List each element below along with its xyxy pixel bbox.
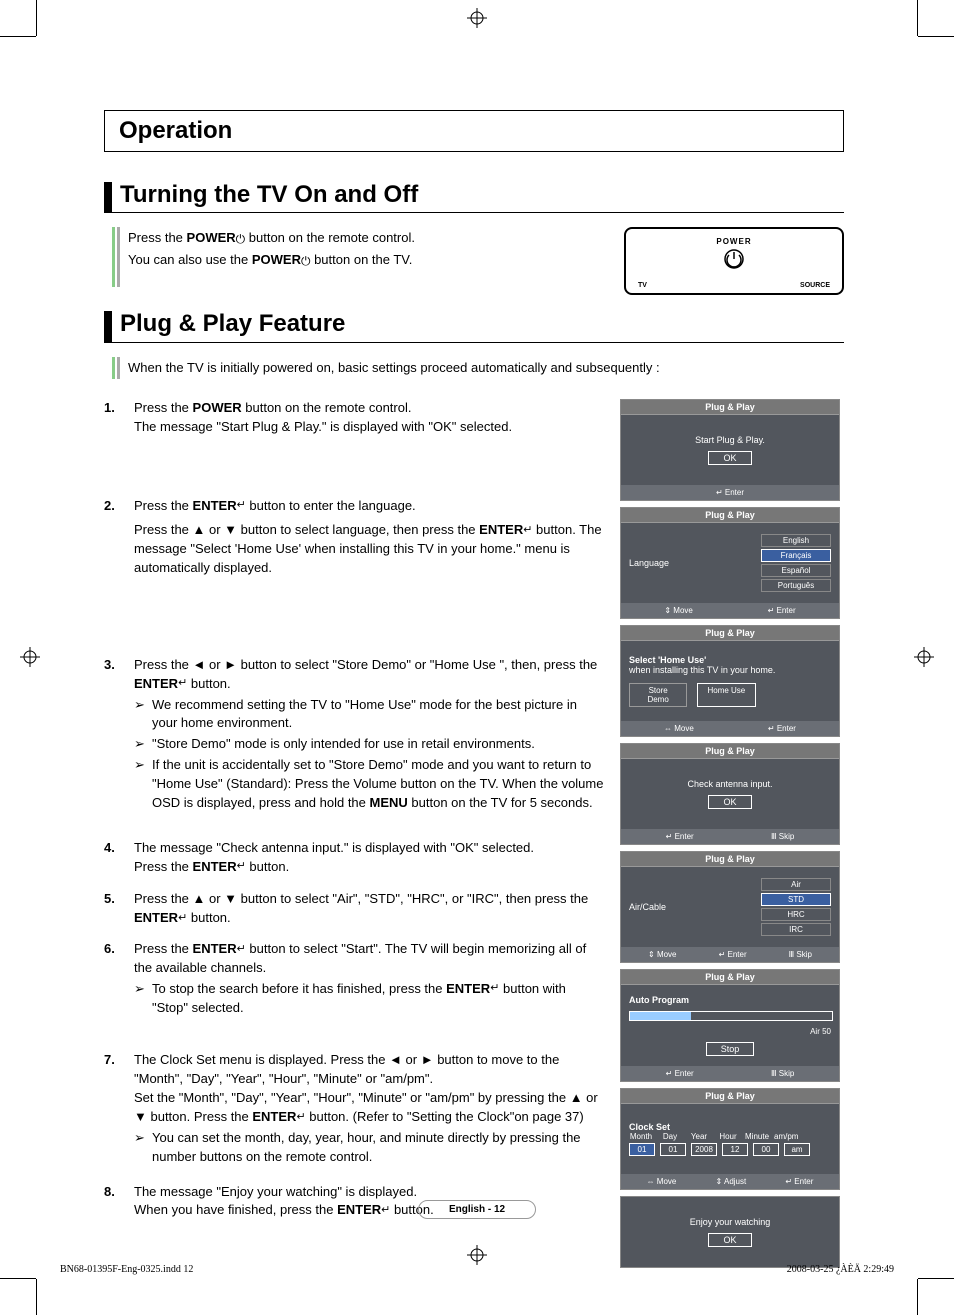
osd-screen: Plug & PlayAuto ProgramAir 50Stop↵ Enter…: [620, 969, 840, 1082]
intro-line: You can also use the POWER button on the…: [128, 249, 624, 271]
bullet-arrow-icon: ➢: [134, 735, 152, 754]
step-item: 4.The message "Check antenna input." is …: [104, 839, 604, 877]
power-icon: [236, 230, 246, 245]
bullet-arrow-icon: ➢: [134, 756, 152, 813]
osd-screen: Plug & PlayAir/CableAirSTDHRCIRC⇕ Move↵ …: [620, 851, 840, 963]
power-button-icon: [723, 248, 745, 270]
enter-icon: [178, 910, 187, 925]
enter-icon: [237, 859, 246, 874]
enter-icon: [237, 941, 246, 956]
osd-screen: Plug & PlaySelect 'Home Use'when install…: [620, 625, 840, 737]
osd-screen: Plug & PlayLanguageEnglishFrançaisEspaño…: [620, 507, 840, 619]
enter-icon: [237, 498, 246, 513]
step-item: 5.Press the ▲ or ▼ button to select "Air…: [104, 890, 604, 928]
enter-icon: [178, 676, 187, 691]
intro-text: When the TV is initially powered on, bas…: [128, 360, 660, 375]
step-item: 6.Press the ENTER button to select "Star…: [104, 940, 604, 1017]
bullet-arrow-icon: ➢: [134, 980, 152, 1018]
chapter-title: Operation: [104, 110, 844, 152]
steps-list: 1.Press the POWER button on the remote c…: [104, 399, 604, 1220]
step-item: 1.Press the POWER button on the remote c…: [104, 399, 604, 437]
registration-mark-right: [914, 647, 934, 667]
osd-screen: Plug & PlayStart Plug & Play.OK↵ Enter: [620, 399, 840, 501]
bullet-arrow-icon: ➢: [134, 1129, 152, 1167]
step-item: 7.The Clock Set menu is displayed. Press…: [104, 1051, 604, 1166]
print-metadata: BN68-01395F-Eng-0325.indd 12 2008-03-25 …: [60, 1264, 894, 1275]
section-plug-play: Plug & Play Feature: [104, 311, 844, 342]
step-item: 2.Press the ENTER button to enter the la…: [104, 497, 604, 578]
osd-screen: Plug & PlayCheck antenna input.OK↵ Enter…: [620, 743, 840, 845]
bullet-arrow-icon: ➢: [134, 696, 152, 734]
step-item: 3.Press the ◄ or ► button to select "Sto…: [104, 656, 604, 813]
osd-screen: Plug & PlayClock SetMonthDayYearHourMinu…: [620, 1088, 840, 1190]
section-turning-tv: Turning the TV On and Off: [104, 182, 844, 213]
registration-mark-top: [467, 8, 487, 28]
intro-line: Press the POWER button on the remote con…: [128, 227, 624, 249]
registration-mark-left: [20, 647, 40, 667]
page-footer: English - 12: [0, 1199, 954, 1219]
enter-icon: [296, 1109, 305, 1124]
remote-illustration: POWER TVSOURCE: [624, 227, 844, 295]
